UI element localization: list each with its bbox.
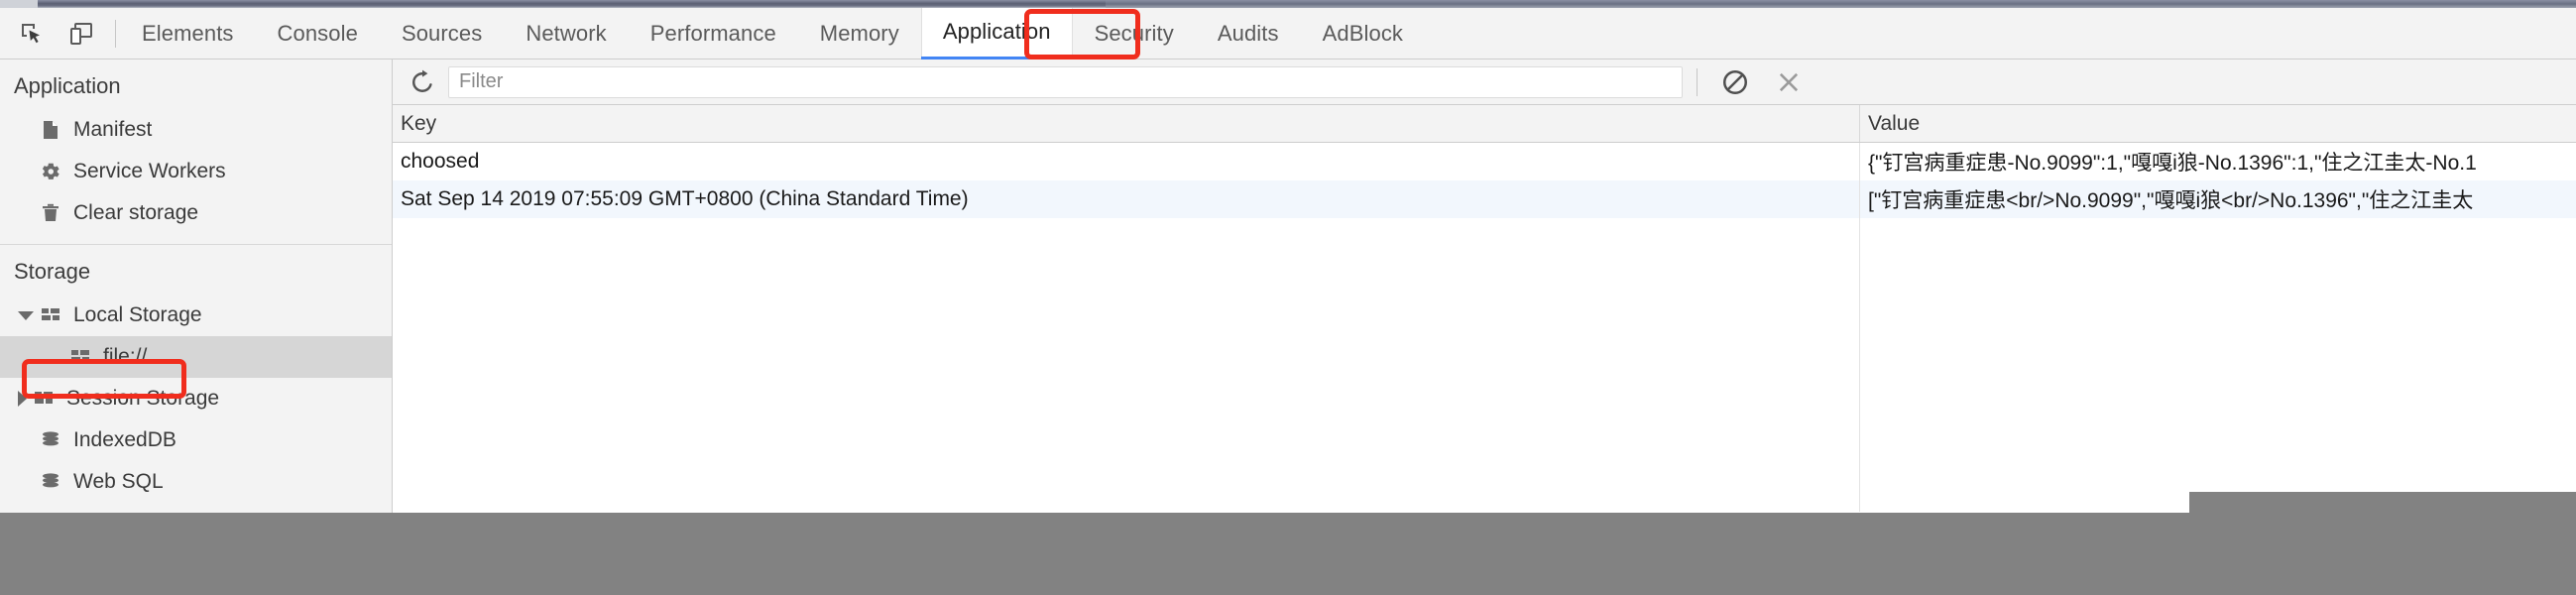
- sidebar-item-label: Service Workers: [73, 160, 226, 182]
- tab-label: Security: [1094, 20, 1174, 46]
- cell-value[interactable]: ["钉宫病重症患<br/>No.9099","嘎嘎i狼<br/>No.1396"…: [1860, 180, 2576, 218]
- tab-label: Sources: [401, 20, 483, 46]
- tab-performance[interactable]: Performance: [629, 8, 798, 60]
- tab-network[interactable]: Network: [504, 8, 628, 60]
- tab-elements[interactable]: Elements: [120, 8, 256, 60]
- tab-console[interactable]: Console: [256, 8, 380, 60]
- trash-icon: [40, 202, 61, 224]
- chevron-down-icon[interactable]: [18, 310, 34, 320]
- sidebar-item-label: Session Storage: [66, 387, 220, 410]
- chevron-right-icon[interactable]: [18, 391, 27, 407]
- tab-label: Performance: [649, 20, 776, 46]
- toggle-device-toolbar-icon[interactable]: [63, 16, 99, 52]
- table-icon: [69, 346, 91, 368]
- sidebar-item-indexeddb[interactable]: IndexedDB: [0, 419, 392, 461]
- toolbar-divider: [115, 19, 116, 48]
- tab-application[interactable]: Application: [920, 7, 1073, 60]
- sidebar-item-web-sql[interactable]: Web SQL: [0, 461, 392, 503]
- sidebar-item-label: Local Storage: [73, 303, 202, 326]
- tab-adblock[interactable]: AdBlock: [1301, 8, 1425, 60]
- devtools-tool-icons: [0, 16, 99, 52]
- sidebar-section-storage-title: Storage: [14, 259, 91, 284]
- sidebar-item-session-storage[interactable]: Session Storage: [0, 378, 392, 419]
- sidebar-item-manifest[interactable]: Manifest: [0, 109, 392, 151]
- delete-selected-icon[interactable]: [1769, 62, 1809, 102]
- tab-label: Console: [277, 20, 358, 46]
- column-header-value[interactable]: Value: [1860, 105, 2576, 142]
- screenshot-gray-overlay-right: [2189, 492, 2576, 595]
- sidebar-item-clear-storage[interactable]: Clear storage: [0, 192, 392, 234]
- toolbar-divider: [1697, 67, 1698, 96]
- tab-label: Application: [942, 19, 1051, 44]
- tab-memory[interactable]: Memory: [798, 8, 921, 60]
- tab-sources[interactable]: Sources: [380, 8, 504, 60]
- storage-panel: Key Value choosed {"钉宫病重症患-No.9099":1,"嘎…: [393, 60, 2576, 513]
- devtools-tabbar: Elements Console Sources Network Perform…: [0, 7, 2576, 60]
- tab-label: Memory: [819, 20, 899, 46]
- datagrid-key-column-fill: [393, 218, 1860, 512]
- sidebar-item-local-storage[interactable]: Local Storage: [0, 295, 392, 336]
- screenshot-gray-overlay-left: [0, 513, 2189, 595]
- tab-label: Network: [526, 20, 607, 46]
- table-icon: [33, 388, 55, 410]
- devtools-window: Elements Console Sources Network Perform…: [0, 0, 2576, 595]
- clear-all-icon[interactable]: [1715, 62, 1755, 102]
- tab-label: Audits: [1217, 20, 1279, 46]
- sidebar-item-label: Clear storage: [73, 201, 199, 224]
- table-icon: [40, 304, 61, 326]
- sidebar-item-file-url[interactable]: file://: [0, 336, 392, 378]
- tab-label: Elements: [142, 20, 234, 46]
- document-icon: [40, 119, 61, 141]
- tab-security[interactable]: Security: [1073, 8, 1196, 60]
- sidebar-item-label: file://: [103, 345, 148, 368]
- search-input[interactable]: [448, 65, 1683, 98]
- datagrid-header: Key Value: [393, 105, 2576, 143]
- sidebar-item-service-workers[interactable]: Service Workers: [0, 151, 392, 192]
- sidebar-section-application-title: Application: [14, 73, 121, 98]
- chrome-strip-left: [0, 0, 38, 8]
- sidebar-item-label: Web SQL: [73, 470, 164, 493]
- table-row[interactable]: Sat Sep 14 2019 07:55:09 GMT+0800 (China…: [393, 180, 2576, 218]
- storage-filter-toolbar: [393, 60, 2576, 105]
- cell-key[interactable]: Sat Sep 14 2019 07:55:09 GMT+0800 (China…: [393, 180, 1860, 218]
- sidebar-item-label: IndexedDB: [73, 428, 176, 451]
- sidebar-item-label: Manifest: [73, 118, 153, 141]
- tab-label: AdBlock: [1322, 20, 1404, 46]
- table-row[interactable]: choosed {"钉宫病重症患-No.9099":1,"嘎嘎i狼-No.139…: [393, 143, 2576, 180]
- gear-icon: [40, 161, 61, 182]
- cell-value[interactable]: {"钉宫病重症患-No.9099":1,"嘎嘎i狼-No.1396":1,"住之…: [1860, 143, 2576, 180]
- tab-audits[interactable]: Audits: [1196, 8, 1301, 60]
- devtools-tabs: Elements Console Sources Network Perform…: [120, 7, 1425, 60]
- storage-datagrid: Key Value choosed {"钉宫病重症患-No.9099":1,"嘎…: [393, 105, 2576, 512]
- database-icon: [40, 429, 61, 451]
- refresh-icon[interactable]: [403, 62, 442, 102]
- column-header-key[interactable]: Key: [393, 105, 1860, 142]
- database-icon: [40, 471, 61, 493]
- application-sidebar: Application Manifest Service Workers Cle…: [0, 60, 393, 513]
- inspect-element-icon[interactable]: [14, 16, 50, 52]
- cell-key[interactable]: choosed: [393, 143, 1860, 180]
